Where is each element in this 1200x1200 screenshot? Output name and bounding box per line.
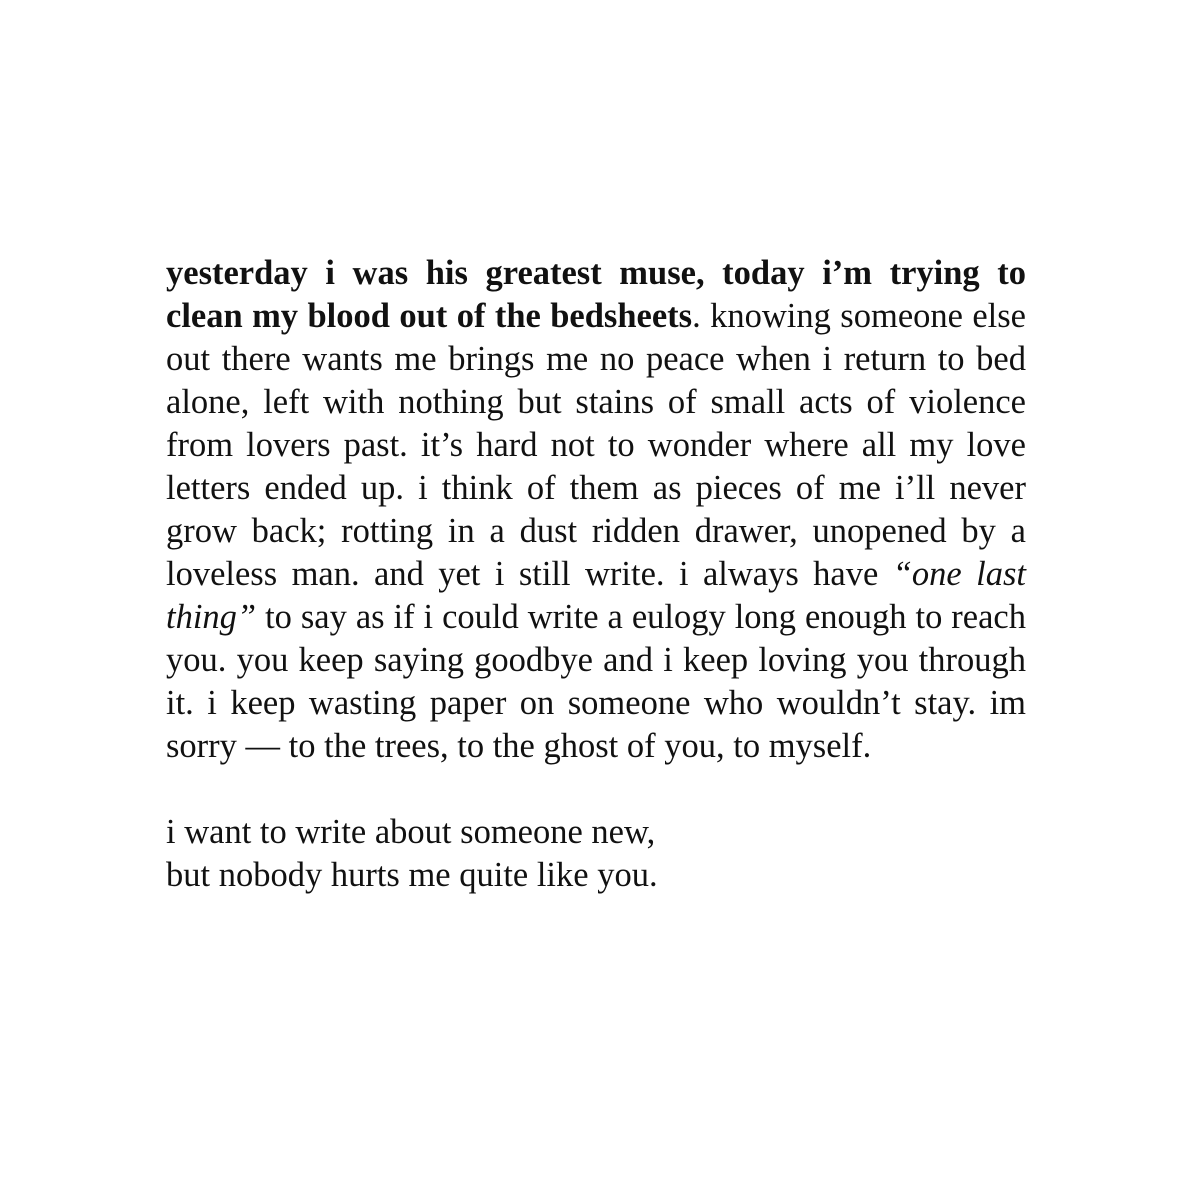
paragraph-text-part-2: to say as if i could write a eulogy long…	[166, 598, 1026, 765]
closing-line-2: but nobody hurts me quite like you.	[166, 856, 658, 894]
closing-couplet: i want to write about someone new, but n…	[166, 811, 1026, 897]
poem-text: yesterday i was his greatest muse, today…	[166, 252, 1026, 897]
main-paragraph: yesterday i was his greatest muse, today…	[166, 252, 1026, 768]
paragraph-text-part-1: . knowing someone else out there wants m…	[166, 297, 1026, 593]
page: yesterday i was his greatest muse, today…	[0, 0, 1200, 1200]
closing-line-1: i want to write about someone new,	[166, 813, 656, 851]
